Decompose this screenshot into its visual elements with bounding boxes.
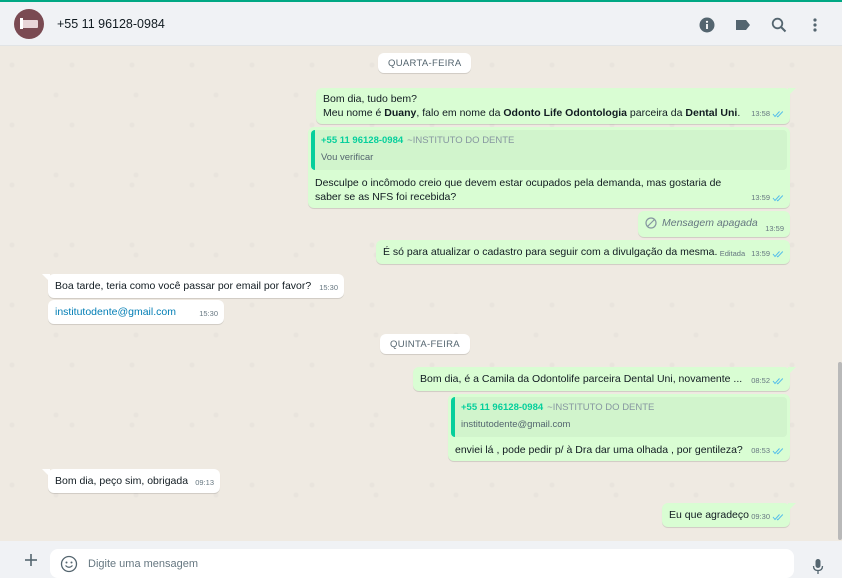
quote-text: institutodente@gmail.com: [461, 419, 571, 430]
message-meta: Editada 13:59: [720, 247, 784, 261]
message-meta: 15:30: [319, 283, 338, 292]
chat-header: +55 11 96128-0984: [0, 2, 842, 46]
avatar-logo-mark: [20, 17, 23, 29]
message-deleted[interactable]: Mensagem apagada 13:59: [638, 211, 790, 237]
menu-icon[interactable]: [804, 14, 826, 36]
header-actions: [696, 14, 826, 36]
message-meta: 08:53: [751, 444, 784, 458]
message-outgoing[interactable]: Bom dia, é a Camila da Odontolife parcei…: [413, 367, 796, 391]
microphone-icon[interactable]: [812, 558, 824, 578]
message-input-box[interactable]: [50, 549, 794, 578]
message-meta: 13:59: [765, 224, 784, 233]
read-receipt-icon: [772, 195, 784, 202]
message-text: enviei lá , pode pedir p/ à Dra dar uma …: [455, 444, 743, 456]
message-outgoing[interactable]: Eu que agradeço 09:30: [662, 503, 796, 527]
message-meta: 09:30: [751, 510, 784, 524]
blocked-icon: [645, 217, 657, 229]
message-text: Mensagem apagada: [662, 217, 758, 229]
chat-scrollbar[interactable]: [838, 362, 842, 540]
message-incoming[interactable]: Bom dia, peço sim, obrigada 09:13: [42, 469, 220, 493]
quote-author: +55 11 96128-0984: [461, 402, 544, 413]
label-icon[interactable]: [732, 14, 754, 36]
read-receipt-icon: [772, 514, 784, 521]
day-separator: QUINTA-FEIRA: [380, 334, 470, 354]
message-incoming[interactable]: Boa tarde, teria como você passar por em…: [42, 274, 344, 298]
message-input[interactable]: [88, 557, 768, 570]
quoted-message[interactable]: +55 11 96128-0984 ~INSTITUTO DO DENTE ins…: [451, 397, 787, 437]
attach-plus-icon[interactable]: [16, 553, 46, 567]
message-outgoing[interactable]: +55 11 96128-0984 ~INSTITUTO DO DENTE Vou…: [308, 127, 790, 208]
quote-author: +55 11 96128-0984: [321, 135, 404, 146]
quote-text: Vou verificar: [321, 152, 374, 163]
email-link[interactable]: institutodente@gmail.com: [48, 300, 224, 325]
read-receipt-icon: [772, 448, 784, 455]
quote-alias: ~INSTITUTO DO DENTE: [547, 402, 655, 413]
contact-name[interactable]: +55 11 96128-0984: [57, 17, 165, 31]
quote-alias: ~INSTITUTO DO DENTE: [407, 135, 515, 146]
message-text: Desculpe o incômodo creio que devem esta…: [315, 177, 722, 203]
message-meta: 15:30: [199, 309, 218, 318]
composer: [0, 541, 842, 578]
day-separator: QUARTA-FEIRA: [378, 53, 472, 73]
message-text: Bom dia, peço sim, obrigada: [55, 475, 189, 487]
message-meta: 09:13: [195, 478, 214, 487]
read-receipt-icon: [772, 251, 784, 258]
quoted-message[interactable]: +55 11 96128-0984 ~INSTITUTO DO DENTE Vou…: [311, 130, 787, 170]
message-text: Meu nome é Duany, falo em nome da Odonto…: [323, 107, 741, 119]
message-incoming[interactable]: institutodente@gmail.com 15:30: [48, 300, 224, 324]
message-outgoing[interactable]: Bom dia, tudo bem? Meu nome é Duany, fal…: [316, 88, 796, 124]
read-receipt-icon: [772, 378, 784, 385]
message-text: Boa tarde, teria como você passar por em…: [55, 280, 312, 292]
message-text: Bom dia, é a Camila da Odontolife parcei…: [420, 373, 743, 385]
message-meta: 08:52: [751, 374, 784, 388]
message-outgoing[interactable]: +55 11 96128-0984 ~INSTITUTO DO DENTE ins…: [448, 394, 790, 461]
search-icon[interactable]: [768, 14, 790, 36]
emoji-icon: [60, 555, 78, 572]
message-list[interactable]: QUARTA-FEIRA Bom dia, tudo bem? Meu nome…: [0, 47, 838, 541]
message-meta: 13:59: [751, 191, 784, 205]
message-text: Bom dia, tudo bem?: [323, 93, 417, 105]
message-meta: 13:58: [751, 107, 784, 121]
message-outgoing[interactable]: É só para atualizar o cadastro para segu…: [376, 240, 790, 264]
info-icon[interactable]: [696, 14, 718, 36]
contact-avatar[interactable]: [14, 8, 44, 39]
read-receipt-icon: [772, 111, 784, 118]
